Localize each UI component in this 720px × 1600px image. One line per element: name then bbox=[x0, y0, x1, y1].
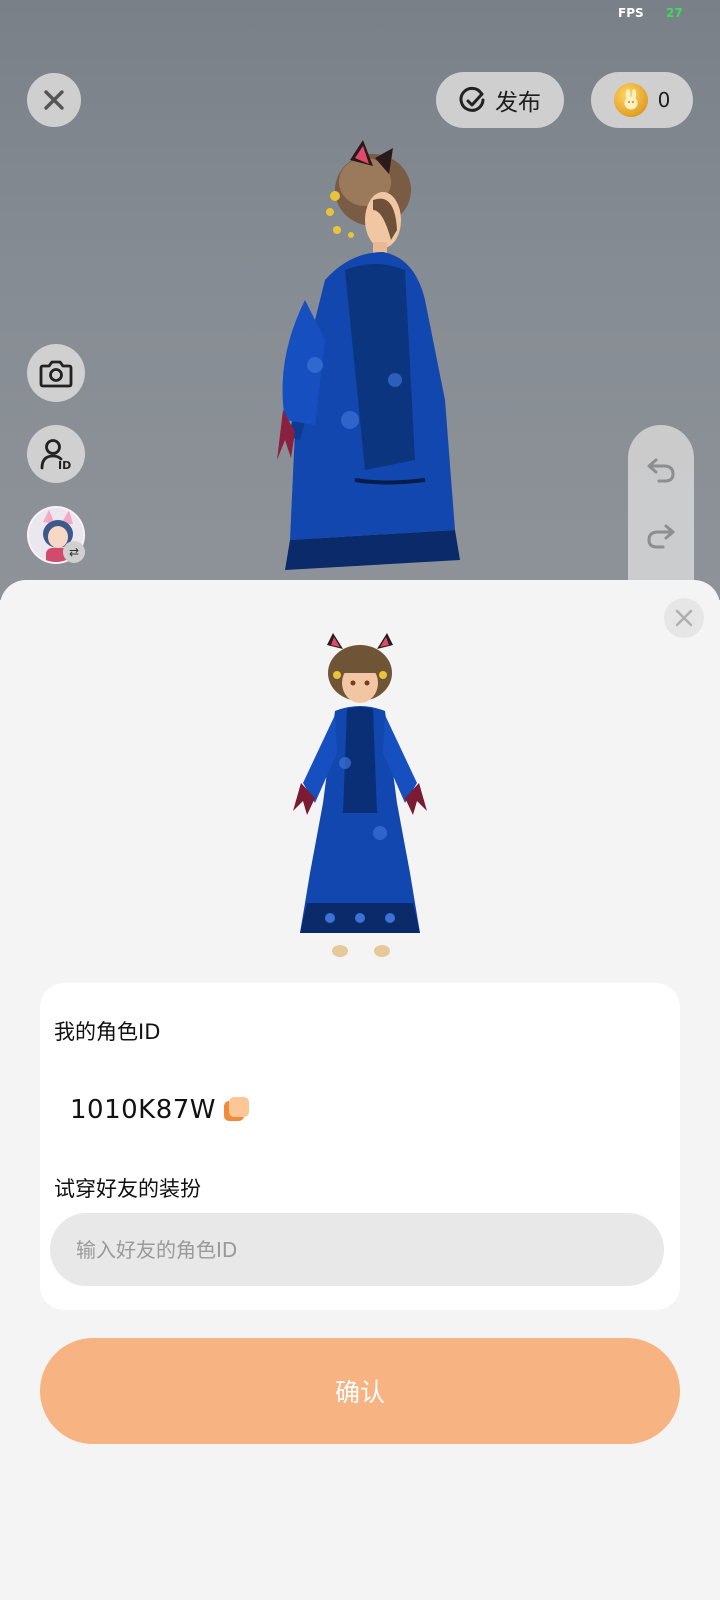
fps-value: 27 bbox=[666, 6, 683, 20]
publish-label: 发布 bbox=[495, 90, 541, 116]
coin-count: 0 bbox=[657, 88, 671, 112]
copy-icon[interactable] bbox=[224, 1097, 250, 1123]
camera-button[interactable] bbox=[27, 344, 85, 402]
confirm-button[interactable]: 确认 bbox=[40, 1338, 680, 1444]
coin-balance-button[interactable]: 0 bbox=[591, 72, 693, 128]
history-panel bbox=[628, 425, 694, 600]
character-preview-scene[interactable]: FPS 27 发布 0 ID ⇄ bbox=[0, 0, 720, 600]
my-role-id-row: 1010K87W bbox=[70, 1095, 250, 1125]
close-icon bbox=[44, 90, 64, 110]
redo-icon[interactable] bbox=[645, 520, 677, 552]
role-id-button[interactable]: ID bbox=[27, 425, 85, 483]
fps-label: FPS bbox=[618, 6, 644, 20]
character-model-front-view bbox=[293, 633, 427, 957]
my-role-id-value: 1010K87W bbox=[70, 1095, 217, 1125]
friend-role-id-input[interactable] bbox=[50, 1213, 664, 1286]
user-id-icon: ID bbox=[40, 439, 71, 471]
character-model-side-view bbox=[277, 140, 460, 570]
svg-text:ID: ID bbox=[58, 459, 71, 471]
close-button[interactable] bbox=[27, 73, 81, 127]
sheet-close-button[interactable] bbox=[664, 598, 704, 638]
swap-icon: ⇄ bbox=[63, 541, 85, 563]
close-icon bbox=[675, 609, 693, 627]
camera-icon bbox=[39, 360, 73, 388]
coin-icon bbox=[613, 83, 648, 117]
my-role-id-label: 我的角色ID bbox=[54, 1020, 161, 1044]
undo-icon[interactable] bbox=[645, 454, 677, 486]
publish-icon bbox=[459, 86, 485, 112]
try-on-friend-label: 试穿好友的装扮 bbox=[54, 1177, 201, 1201]
publish-button[interactable]: 发布 bbox=[436, 72, 564, 128]
